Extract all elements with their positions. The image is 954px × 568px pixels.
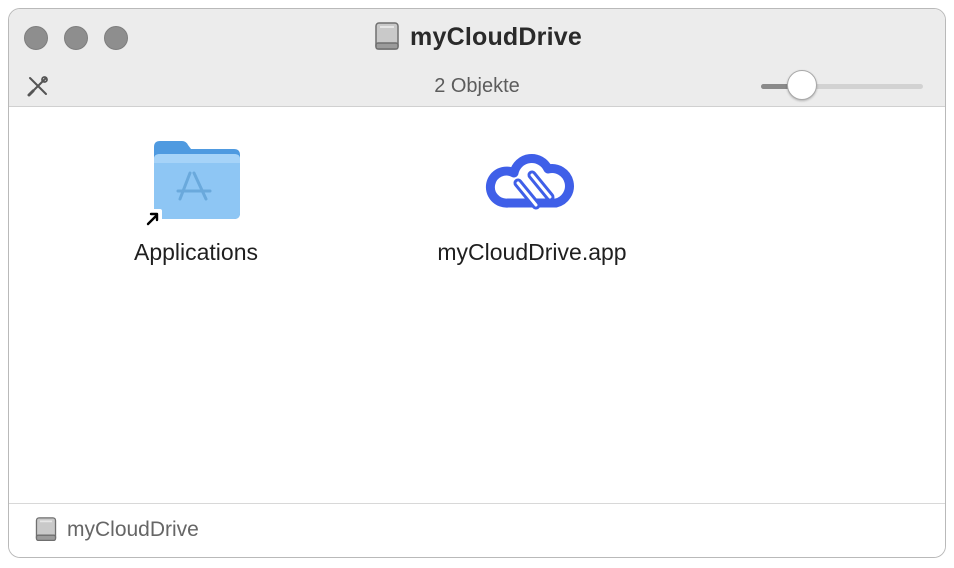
icon-size-slider[interactable]: [761, 70, 923, 102]
applications-folder-icon[interactable]: [144, 137, 244, 227]
title-bar[interactable]: myCloudDrive: [9, 9, 945, 67]
path-bar-item[interactable]: myCloudDrive: [33, 516, 199, 544]
path-bar-label: myCloudDrive: [67, 518, 199, 541]
file-item-mycloudrive-app[interactable]: myCloudDrive.app: [412, 137, 652, 266]
file-item-label: Applications: [133, 239, 259, 265]
window-title-group: myCloudDrive: [9, 21, 945, 53]
slider-thumb[interactable]: [787, 70, 818, 100]
finder-window: myCloudDrive 2 Objekte Applications myCl…: [8, 8, 946, 558]
file-browser-content[interactable]: Applications myCloudDrive.app: [9, 107, 945, 505]
alias-arrow-icon: [144, 209, 162, 227]
disk-image-icon: [375, 22, 399, 50]
file-item-applications[interactable]: Applications: [76, 137, 316, 266]
disk-image-icon: [35, 517, 57, 542]
mycloudrive-app-icon[interactable]: [484, 137, 580, 223]
file-item-label: myCloudDrive.app: [437, 239, 627, 265]
toolbar: 2 Objekte: [9, 66, 945, 107]
path-bar: myCloudDrive: [9, 503, 945, 557]
window-title: myCloudDrive: [410, 22, 582, 51]
